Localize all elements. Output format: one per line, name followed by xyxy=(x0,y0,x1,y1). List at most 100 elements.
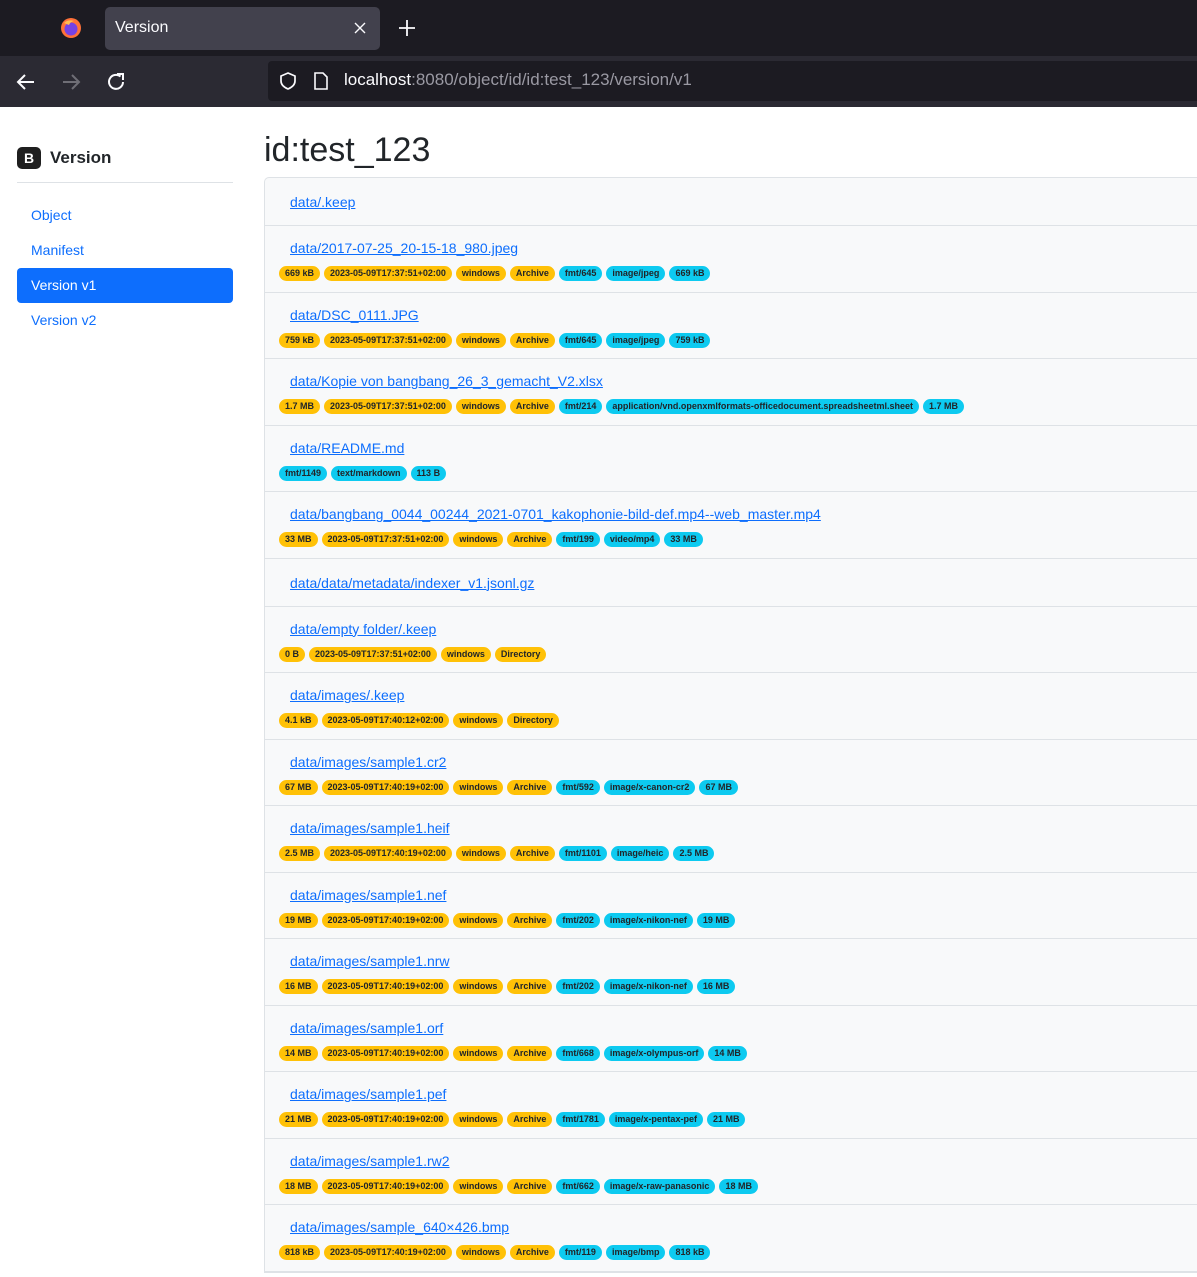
file-list-item: data/2017-07-25_20-15-18_980.jpeg 669 kB 2… xyxy=(265,226,1197,293)
file-link[interactable]: data/data/metadata/indexer_v1.jsonl.gz xyxy=(290,575,534,591)
sidebar-brand[interactable]: B Version xyxy=(17,145,111,171)
back-arrow-icon[interactable] xyxy=(14,70,38,94)
badge-group: 1.7 MB 2023-05-09T17:37:51+02:00 windows Ar… xyxy=(279,399,964,414)
format-badge: fmt/668 xyxy=(556,1045,600,1061)
reload-icon[interactable] xyxy=(104,70,128,94)
badge-group: 669 kB 2023-05-09T17:37:51+02:00 windows Ar… xyxy=(279,266,711,281)
url-bar[interactable]: localhost:8080/object/id/id:test_123/ver… xyxy=(268,61,1197,101)
close-icon[interactable] xyxy=(352,20,368,36)
file-link[interactable]: data/images/sample1.nrw xyxy=(290,953,450,969)
metadata-badge: 2023-05-09T17:37:51+02:00 xyxy=(321,532,450,547)
format-badge: image/jpeg xyxy=(606,332,666,348)
url-text[interactable]: localhost:8080/object/id/id:test_123/ver… xyxy=(344,70,692,90)
metadata-badge: 4.1 kB xyxy=(279,713,318,728)
file-link[interactable]: data/images/sample1.heif xyxy=(290,820,450,836)
page-info-icon[interactable] xyxy=(312,71,330,91)
url-host: localhost xyxy=(344,70,412,89)
format-badge: 1.7 MB xyxy=(922,399,964,414)
format-badge: fmt/645 xyxy=(558,266,603,281)
badge-group: 21 MB 2023-05-09T17:40:19+02:00 windows Arc… xyxy=(279,1112,746,1127)
file-link[interactable]: data/empty folder/.keep xyxy=(290,621,436,637)
metadata-badge: 1.7 MB xyxy=(279,399,321,414)
badge-group: fmt/1149 text/markdown 113 B xyxy=(279,465,447,481)
metadata-badge: 16 MB xyxy=(279,979,318,994)
metadata-badge: windows xyxy=(455,266,506,281)
metadata-badge: Archive xyxy=(507,1112,553,1127)
metadata-badge: windows xyxy=(453,713,504,728)
metadata-badge: Archive xyxy=(507,979,553,994)
format-badge: video/mp4 xyxy=(603,532,661,547)
metadata-badge: 2023-05-09T17:40:19+02:00 xyxy=(321,1045,450,1061)
file-link[interactable]: data/images/.keep xyxy=(290,687,404,703)
metadata-badge: Archive xyxy=(509,332,555,348)
file-link[interactable]: data/images/sample1.orf xyxy=(290,1020,443,1036)
metadata-badge: windows xyxy=(453,1178,504,1194)
badge-group: 33 MB 2023-05-09T17:37:51+02:00 windows Arc… xyxy=(279,532,703,547)
browser-tab-active[interactable]: Version xyxy=(105,7,380,50)
metadata-badge: Archive xyxy=(507,779,553,795)
sidebar-item-manifest[interactable]: Manifest xyxy=(17,233,233,268)
file-link[interactable]: data/images/sample1.nef xyxy=(290,887,446,903)
sidebar-nav: Object Manifest Version v1 Version v2 xyxy=(17,198,233,338)
file-list-item: data/README.md fmt/1149 text/markdown 113 B xyxy=(265,426,1197,492)
format-badge: fmt/645 xyxy=(558,332,603,348)
sidebar-item-version-v1[interactable]: Version v1 xyxy=(17,268,233,303)
metadata-badge: 2023-05-09T17:40:19+02:00 xyxy=(321,1112,450,1127)
file-list-item: data/empty folder/.keep 0 B 2023-05-09T17:… xyxy=(265,607,1197,673)
metadata-badge: windows xyxy=(453,1045,504,1061)
sidebar-item-version-v2[interactable]: Version v2 xyxy=(17,303,233,338)
file-link[interactable]: data/images/sample_640×426.bmp xyxy=(290,1219,509,1235)
metadata-badge: 67 MB xyxy=(279,779,318,795)
metadata-badge: Archive xyxy=(507,1045,553,1061)
file-link[interactable]: data/README.md xyxy=(290,440,404,456)
format-badge: fmt/202 xyxy=(556,912,600,928)
metadata-badge: 2023-05-09T17:40:19+02:00 xyxy=(321,779,450,795)
format-badge: 21 MB xyxy=(706,1112,746,1127)
metadata-badge: 33 MB xyxy=(279,532,318,547)
format-badge: fmt/202 xyxy=(556,979,600,994)
metadata-badge: 2023-05-09T17:40:19+02:00 xyxy=(324,846,452,861)
file-link[interactable]: data/Kopie von bangbang_26_3_gemacht_V2.… xyxy=(290,373,603,389)
metadata-badge: 18 MB xyxy=(279,1178,318,1194)
tab-title: Version xyxy=(115,19,169,36)
metadata-badge: Archive xyxy=(509,846,555,861)
metadata-badge: 2023-05-09T17:40:19+02:00 xyxy=(321,979,450,994)
badge-group: 16 MB 2023-05-09T17:40:19+02:00 windows Arc… xyxy=(279,979,736,994)
file-link[interactable]: data/images/sample1.cr2 xyxy=(290,754,446,770)
file-link[interactable]: data/2017-07-25_20-15-18_980.jpeg xyxy=(290,240,518,256)
format-badge: fmt/1149 xyxy=(279,465,328,481)
badge-group: 759 kB 2023-05-09T17:37:51+02:00 windows Ar… xyxy=(279,332,711,348)
format-badge: image/x-nikon-nef xyxy=(603,912,693,928)
format-badge: fmt/1781 xyxy=(556,1112,605,1127)
badge-group: 0 B 2023-05-09T17:37:51+02:00 windows Direc… xyxy=(279,646,547,662)
forward-arrow-icon[interactable] xyxy=(59,70,83,94)
file-link[interactable]: data/images/sample1.pef xyxy=(290,1086,446,1102)
format-badge: image/x-raw-panasonic xyxy=(603,1178,716,1194)
format-badge: fmt/214 xyxy=(558,399,603,414)
file-link[interactable]: data/.keep xyxy=(290,194,355,210)
metadata-badge: Archive xyxy=(509,399,555,414)
new-tab-plus-icon[interactable] xyxy=(397,18,417,38)
format-badge: 669 kB xyxy=(669,266,711,281)
badge-group: 4.1 kB 2023-05-09T17:40:12+02:00 windows Di… xyxy=(279,713,559,728)
file-list-item: data/images/sample1.rw2 18 MB 2023-05-09T1… xyxy=(265,1139,1197,1205)
badge-group: 2.5 MB 2023-05-09T17:40:19+02:00 windows Ar… xyxy=(279,846,715,861)
file-link[interactable]: data/DSC_0111.JPG xyxy=(290,307,419,323)
metadata-badge: 2.5 MB xyxy=(279,846,321,861)
file-link[interactable]: data/bangbang_0044_00244_2021-0701_kakop… xyxy=(290,506,821,522)
metadata-badge: 2023-05-09T17:37:51+02:00 xyxy=(324,332,452,348)
sidebar-item-object[interactable]: Object xyxy=(17,198,233,233)
file-link[interactable]: data/images/sample1.rw2 xyxy=(290,1153,450,1169)
metadata-badge: 669 kB xyxy=(279,266,321,281)
format-badge: 16 MB xyxy=(696,979,736,994)
metadata-badge: windows xyxy=(453,979,504,994)
file-list: data/.keep data/2017-07-25_20-15-18_980.j… xyxy=(264,177,1197,1273)
file-list-item: data/Kopie von bangbang_26_3_gemacht_V2.… xyxy=(265,359,1197,426)
format-badge: image/x-pentax-pef xyxy=(608,1112,703,1127)
shield-icon[interactable] xyxy=(278,71,298,91)
format-badge: 818 kB xyxy=(669,1245,711,1260)
badge-group: 19 MB 2023-05-09T17:40:19+02:00 windows Arc… xyxy=(279,912,736,928)
metadata-badge: windows xyxy=(455,399,506,414)
file-list-item: data/bangbang_0044_00244_2021-0701_kakop… xyxy=(265,492,1197,559)
metadata-badge: 21 MB xyxy=(279,1112,318,1127)
